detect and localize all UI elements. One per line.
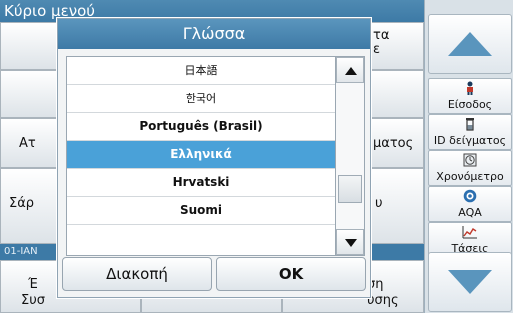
caret-down-icon xyxy=(345,239,357,247)
sidebar-item-aqa-label: AQA xyxy=(458,206,482,219)
list-scroll-down-button[interactable] xyxy=(336,229,364,255)
dialog-title: Γλώσσα xyxy=(58,19,370,49)
right-sidebar: Είσοδος ID δείγματος Χρονόμετρο AQA Τάσε xyxy=(424,0,513,313)
scrollbar-thumb[interactable] xyxy=(338,175,362,203)
sidebar-item-timer-label: Χρονόμετρο xyxy=(436,170,504,183)
language-list: 日本語 한국어 Português (Brasil) Ελληνικά Hrva… xyxy=(66,56,336,256)
menu-button-r3c1-label: Ατ xyxy=(19,136,36,151)
list-scroll-up-button[interactable] xyxy=(336,57,364,83)
chart-icon xyxy=(429,225,511,239)
scroll-up-button[interactable] xyxy=(428,14,512,74)
language-dialog: Γλώσσα 日本語 한국어 Português (Brasil) Ελληνι… xyxy=(57,18,371,298)
language-option-portuguese-brasil[interactable]: Português (Brasil) xyxy=(67,113,335,141)
menu-button-r3c3-label: ματος xyxy=(373,136,414,151)
status-strip-date: 01-IAN xyxy=(4,246,38,257)
sidebar-item-timer[interactable]: Χρονόμετρο xyxy=(428,150,512,186)
sidebar-item-sample-id[interactable]: ID δείγματος xyxy=(428,114,512,150)
ok-button[interactable]: OK xyxy=(216,257,366,291)
sidebar-item-login[interactable]: Είσοδος xyxy=(428,78,512,114)
sidebar-item-aqa[interactable]: AQA xyxy=(428,186,512,222)
menu-button-r4c1-label: Σάρ xyxy=(9,196,35,211)
menu-button-r5c1-label: Έ Συσ xyxy=(21,277,45,308)
language-option-korean[interactable]: 한국어 xyxy=(67,85,335,113)
language-option-croatian[interactable]: Hrvatski xyxy=(67,169,335,197)
language-option-finnish[interactable]: Suomi xyxy=(67,197,335,225)
menu-button-r1c3-label: τα ε xyxy=(373,28,390,57)
person-icon xyxy=(429,81,511,95)
scroll-down-button[interactable] xyxy=(428,252,512,312)
instrument-screen: Κύριο μενού τα ε Ατ ματος Σάρ υ 01-IAN Έ… xyxy=(0,0,513,313)
language-option-japanese[interactable]: 日本語 xyxy=(67,57,335,85)
vial-icon xyxy=(429,117,511,131)
arrow-down-icon xyxy=(448,270,492,294)
arrow-up-icon xyxy=(448,32,492,56)
timer-icon xyxy=(429,153,511,167)
menu-button-r4c3-label: υ xyxy=(375,196,383,211)
menu-button-r5c3-label: ση υσης xyxy=(367,277,399,308)
cancel-button[interactable]: Διακοπή xyxy=(62,257,212,291)
sidebar-item-login-label: Είσοδος xyxy=(447,98,493,111)
language-option-greek[interactable]: Ελληνικά xyxy=(67,141,335,169)
language-list-scrollbar[interactable] xyxy=(336,56,365,256)
caret-up-icon xyxy=(345,67,357,75)
sidebar-item-sample-id-label: ID δείγματος xyxy=(433,134,507,147)
aqa-icon xyxy=(429,189,511,203)
